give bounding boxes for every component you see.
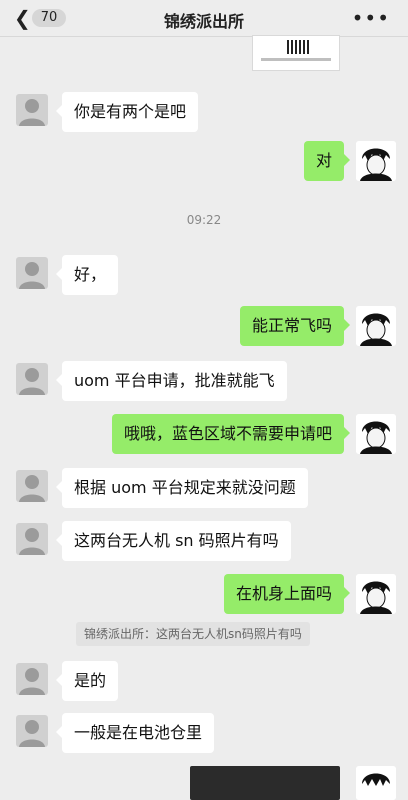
previous-image-message[interactable] — [252, 35, 340, 71]
anime-avatar-icon[interactable] — [356, 766, 396, 800]
message-bubble[interactable]: 哦哦，蓝色区域不需要申请吧 — [111, 414, 351, 454]
default-avatar-icon[interactable] — [16, 94, 48, 126]
message-bubble[interactable]: 能正常飞吗 — [239, 306, 351, 346]
message-list[interactable]: 你是有两个是吧 对 09:22 好， 能正常飞吗 uom 平台申请，批准就能飞 … — [0, 35, 408, 800]
message-bubble[interactable]: 对 — [303, 141, 351, 181]
anime-avatar-icon[interactable] — [356, 306, 396, 346]
message-bubble[interactable]: 在机身上面吗 — [223, 574, 351, 614]
chat-header: ❮ 70 锦绣派出所 ••• — [0, 0, 408, 37]
message-bubble[interactable]: 是的 — [55, 661, 119, 701]
message-bubble[interactable]: 一般是在电池仓里 — [55, 713, 215, 753]
more-dots-icon[interactable]: ••• — [352, 6, 390, 30]
message-bubble[interactable]: 根据 uom 平台规定来就没问题 — [56, 468, 308, 508]
default-avatar-icon[interactable] — [16, 715, 48, 747]
quoted-message[interactable]: 锦绣派出所：这两台无人机sn码照片有吗 — [76, 622, 310, 646]
anime-avatar-icon[interactable] — [356, 141, 396, 181]
message-bubble[interactable]: 好， — [55, 255, 119, 295]
default-avatar-icon[interactable] — [16, 523, 48, 555]
message-bubble[interactable]: 你是有两个是吧 — [55, 92, 199, 132]
default-avatar-icon[interactable] — [16, 663, 48, 695]
partial-message-bubble[interactable] — [190, 766, 340, 800]
timestamp: 09:22 — [186, 213, 222, 227]
qr-code-thumbnail — [287, 40, 309, 54]
chat-title: 锦绣派出所 — [163, 12, 244, 31]
message-bubble[interactable]: 这两台无人机 sn 码照片有吗 — [56, 521, 291, 561]
anime-avatar-icon[interactable] — [356, 574, 396, 614]
default-avatar-icon[interactable] — [16, 470, 48, 502]
anime-avatar-icon[interactable] — [356, 414, 396, 454]
thumbnail-text-line — [261, 58, 331, 61]
message-bubble[interactable]: uom 平台申请，批准就能飞 — [56, 361, 287, 401]
default-avatar-icon[interactable] — [16, 257, 48, 289]
default-avatar-icon[interactable] — [16, 363, 48, 395]
